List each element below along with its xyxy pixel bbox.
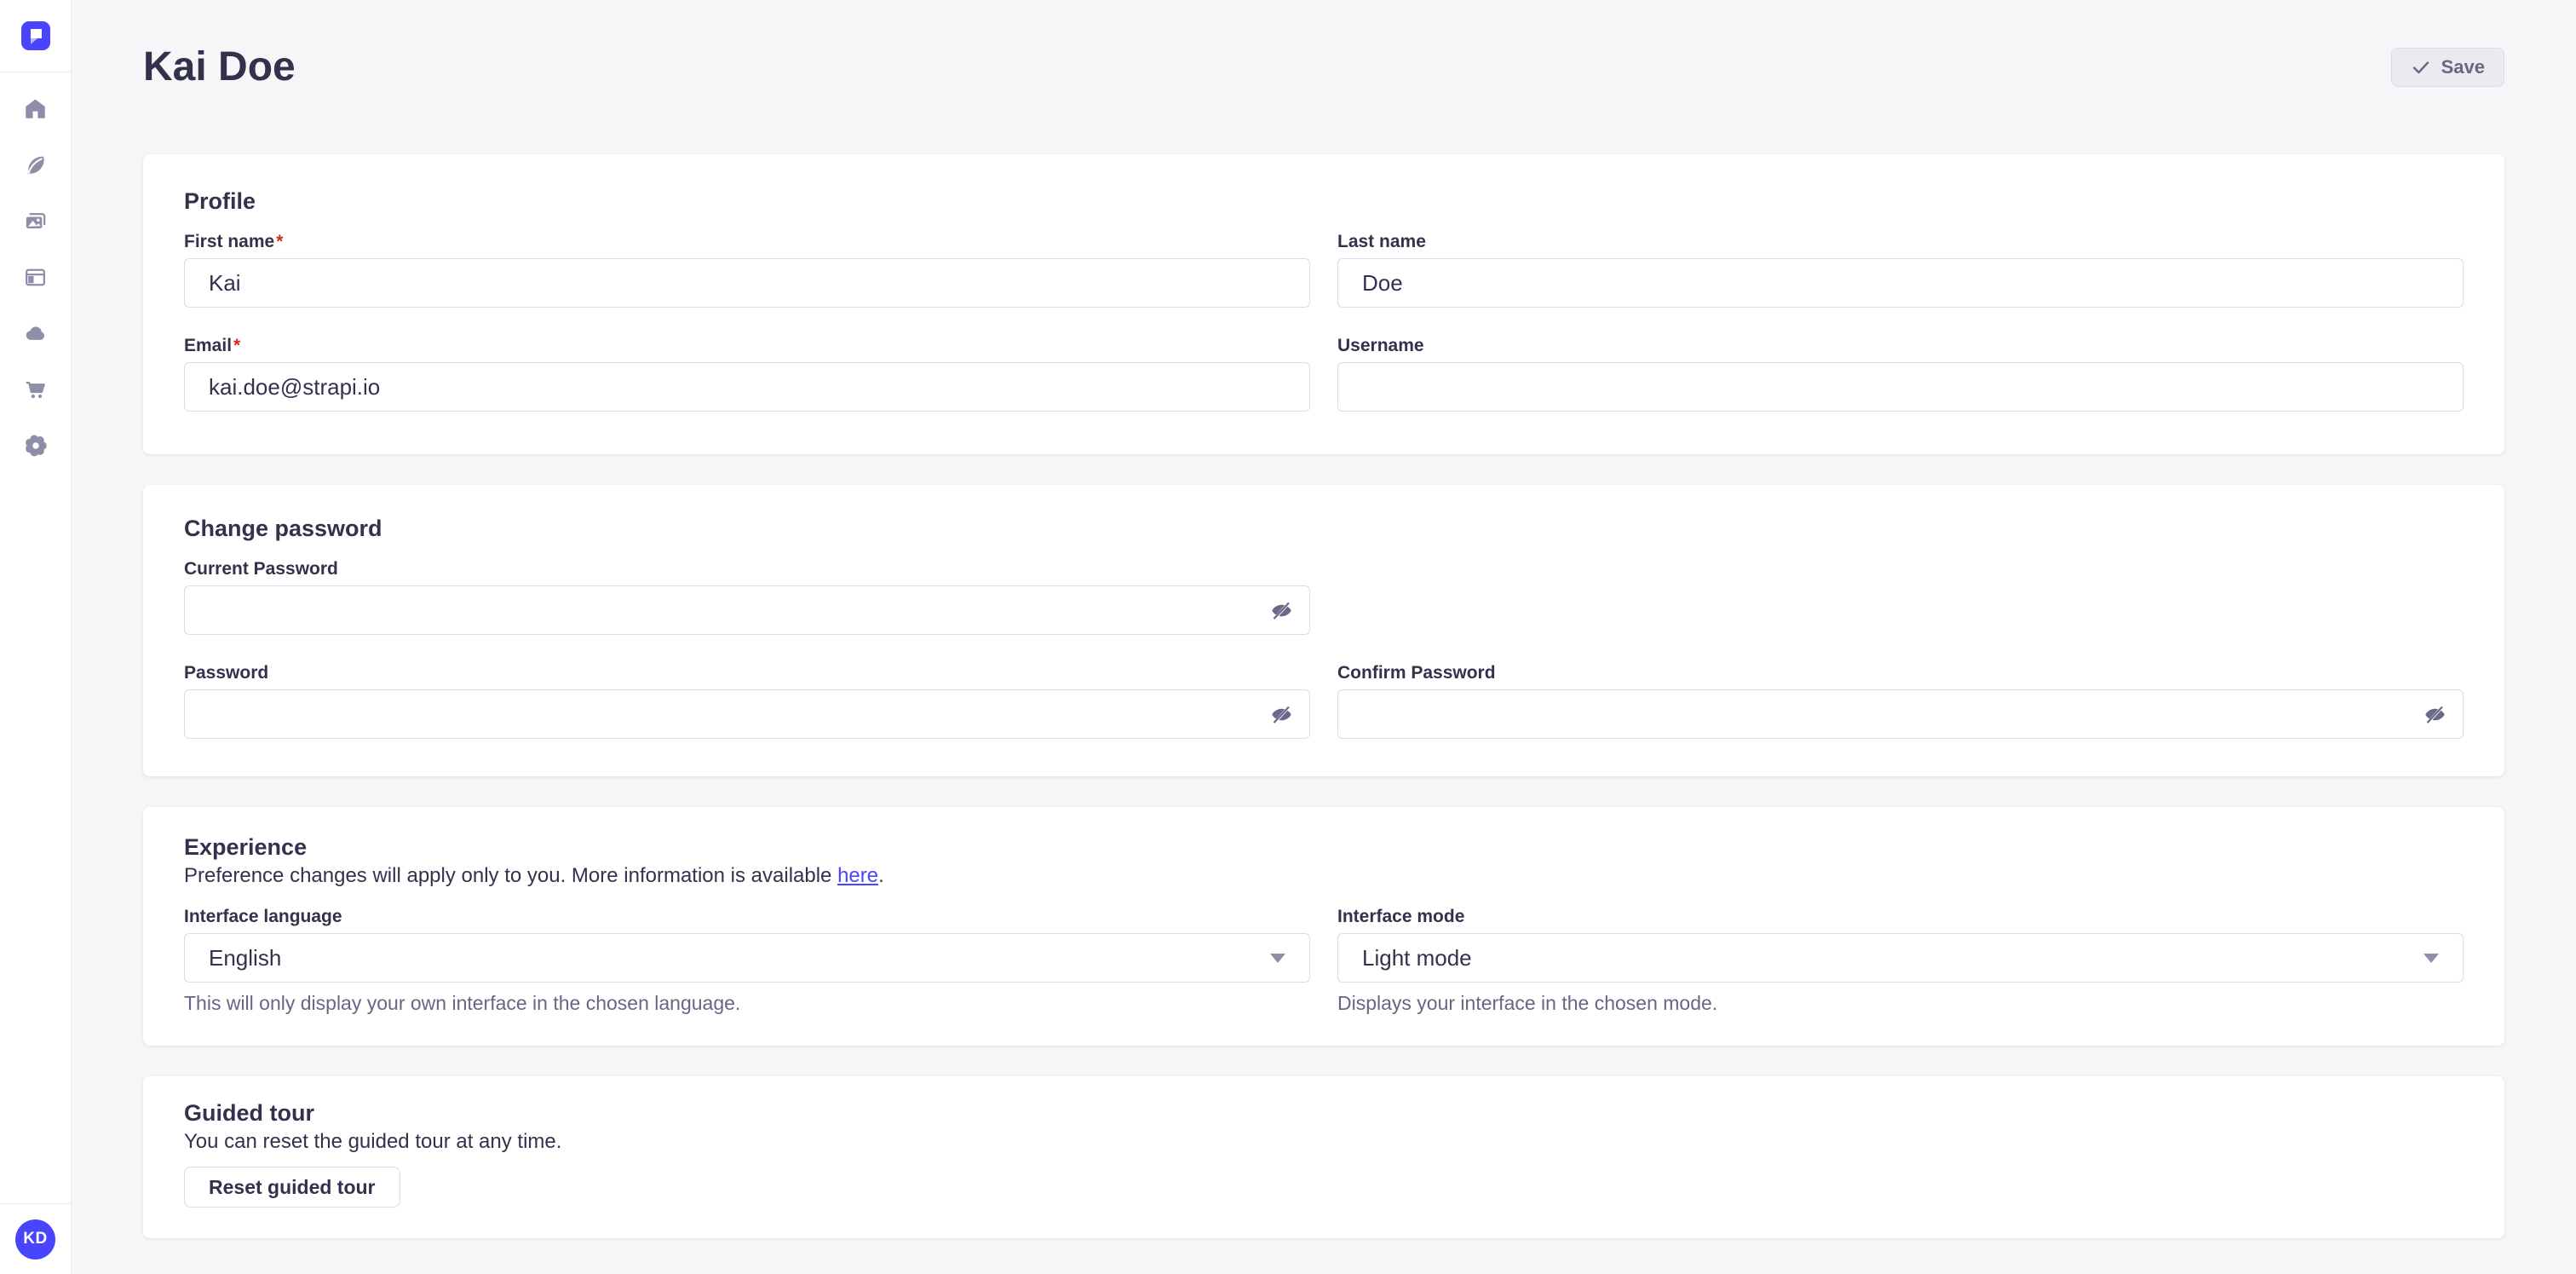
interface-mode-select[interactable]: Light mode bbox=[1337, 933, 2464, 983]
interface-language-select[interactable]: English bbox=[184, 933, 1310, 983]
interface-mode-hint: Displays your interface in the chosen mo… bbox=[1337, 991, 2464, 1015]
email-input[interactable] bbox=[184, 362, 1310, 412]
interface-mode-label: Interface mode bbox=[1337, 906, 2464, 928]
interface-language-field-group: Interface language English This will onl… bbox=[184, 906, 1310, 1015]
save-button[interactable]: Save bbox=[2391, 48, 2504, 87]
experience-card: Experience Preference changes will apply… bbox=[143, 807, 2504, 1046]
page-title: Kai Doe bbox=[143, 43, 296, 92]
first-name-field-group: First name* bbox=[184, 231, 1310, 308]
sidebar-item-content-type-builder[interactable] bbox=[17, 265, 55, 289]
current-password-label: Current Password bbox=[184, 558, 1310, 580]
current-password-input[interactable] bbox=[184, 585, 1310, 635]
logo-area bbox=[0, 0, 71, 72]
first-name-input[interactable] bbox=[184, 258, 1310, 308]
guided-tour-card: Guided tour You can reset the guided tou… bbox=[143, 1076, 2504, 1238]
email-label: Email* bbox=[184, 335, 1310, 357]
sidebar-item-content-manager[interactable] bbox=[17, 153, 55, 176]
empty-grid-cell bbox=[1337, 558, 2464, 635]
new-password-input[interactable] bbox=[184, 689, 1310, 739]
sidebar-nav bbox=[0, 72, 71, 458]
sidebar-item-cloud[interactable] bbox=[17, 321, 55, 345]
confirm-password-input[interactable] bbox=[1337, 689, 2464, 739]
sidebar-item-settings[interactable] bbox=[17, 434, 55, 458]
reset-guided-tour-button[interactable]: Reset guided tour bbox=[184, 1167, 400, 1208]
change-password-card: Change password Current Password bbox=[143, 485, 2504, 776]
gear-icon bbox=[24, 434, 48, 458]
toggle-password-visibility-button[interactable] bbox=[2423, 702, 2447, 726]
page-header: Kai Doe Save bbox=[143, 43, 2504, 92]
experience-form: Interface language English This will onl… bbox=[184, 906, 2464, 1015]
home-icon bbox=[24, 97, 47, 120]
change-password-heading: Change password bbox=[184, 516, 2464, 541]
toggle-password-visibility-button[interactable] bbox=[1269, 702, 1293, 726]
new-password-field-group: Password bbox=[184, 662, 1310, 739]
sidebar-item-marketplace[interactable] bbox=[17, 378, 55, 401]
required-asterisk: * bbox=[276, 232, 283, 251]
strapi-logo-icon bbox=[21, 21, 50, 50]
username-input[interactable] bbox=[1337, 362, 2464, 412]
experience-description: Preference changes will apply only to yo… bbox=[184, 863, 2464, 889]
interface-mode-value: Light mode bbox=[1362, 945, 1472, 971]
last-name-field-group: Last name bbox=[1337, 231, 2464, 308]
email-field-group: Email* bbox=[184, 335, 1310, 412]
chevron-down-icon bbox=[1270, 954, 1285, 963]
eye-slash-icon bbox=[1270, 599, 1293, 622]
confirm-password-field-group: Confirm Password bbox=[1337, 662, 2464, 739]
layout-icon bbox=[24, 266, 47, 289]
chevron-down-icon bbox=[2424, 954, 2439, 963]
cart-icon bbox=[24, 378, 47, 401]
sidebar: KD bbox=[0, 0, 72, 1274]
interface-language-label: Interface language bbox=[184, 906, 1310, 928]
interface-language-value: English bbox=[209, 945, 281, 971]
toggle-password-visibility-button[interactable] bbox=[1269, 598, 1293, 622]
eye-slash-icon bbox=[1270, 703, 1293, 726]
current-password-field-group: Current Password bbox=[184, 558, 1310, 635]
interface-language-hint: This will only display your own interfac… bbox=[184, 991, 1310, 1015]
guided-tour-heading: Guided tour bbox=[184, 1100, 2464, 1126]
feather-icon bbox=[24, 153, 47, 176]
username-field-group: Username bbox=[1337, 335, 2464, 412]
save-button-label: Save bbox=[2441, 56, 2485, 78]
interface-mode-field-group: Interface mode Light mode Displays your … bbox=[1337, 906, 2464, 1015]
main-content: Kai Doe Save Profile First name* Last na… bbox=[72, 0, 2576, 1274]
guided-tour-description: You can reset the guided tour at any tim… bbox=[184, 1129, 2464, 1155]
new-password-label: Password bbox=[184, 662, 1310, 684]
required-asterisk: * bbox=[233, 336, 240, 355]
username-label: Username bbox=[1337, 335, 2464, 357]
sidebar-item-home[interactable] bbox=[17, 96, 55, 120]
more-information-link[interactable]: here bbox=[837, 864, 878, 887]
sidebar-item-media-library[interactable] bbox=[17, 209, 55, 233]
strapi-logo[interactable] bbox=[21, 21, 50, 50]
profile-heading: Profile bbox=[184, 188, 2464, 214]
profile-form: First name* Last name Email* Username bbox=[184, 231, 2464, 412]
last-name-input[interactable] bbox=[1337, 258, 2464, 308]
eye-slash-icon bbox=[2424, 703, 2447, 726]
current-password-wrap bbox=[184, 585, 1310, 635]
confirm-password-label: Confirm Password bbox=[1337, 662, 2464, 684]
last-name-label: Last name bbox=[1337, 231, 2464, 253]
new-password-wrap bbox=[184, 689, 1310, 739]
check-icon bbox=[2411, 57, 2431, 78]
cloud-icon bbox=[24, 322, 47, 345]
change-password-form: Current Password Password bbox=[184, 558, 2464, 739]
experience-heading: Experience bbox=[184, 834, 2464, 860]
user-avatar[interactable]: KD bbox=[15, 1219, 55, 1260]
first-name-label: First name* bbox=[184, 231, 1310, 253]
profile-card: Profile First name* Last name Email* Use… bbox=[143, 154, 2504, 454]
sidebar-footer: KD bbox=[0, 1203, 71, 1274]
confirm-password-wrap bbox=[1337, 689, 2464, 739]
images-icon bbox=[24, 210, 47, 233]
